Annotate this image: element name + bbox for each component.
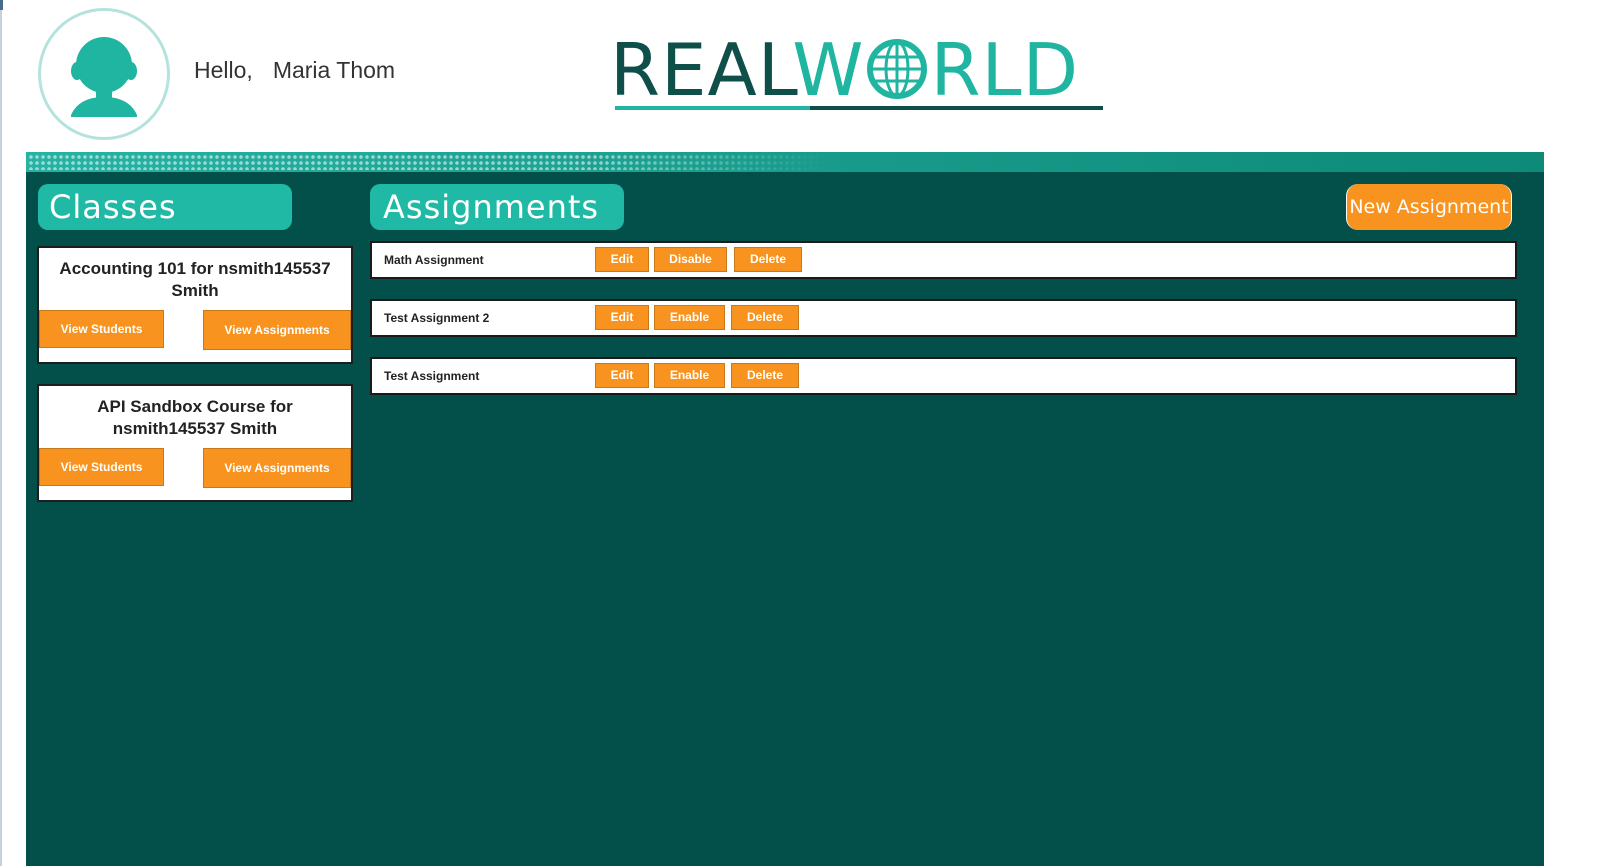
class-title: Accounting 101 for nsmith145537 Smith	[59, 259, 331, 300]
enable-button[interactable]: Enable	[654, 363, 725, 388]
window-edge-marker	[0, 0, 3, 10]
delete-button[interactable]: Delete	[731, 363, 799, 388]
view-students-button[interactable]: View Students	[39, 310, 164, 348]
greeting-text: Hello,	[194, 57, 253, 83]
view-assignments-button[interactable]: View Assignments	[203, 448, 351, 488]
globe-icon	[867, 39, 928, 99]
assignment-row: Test Assignment Edit Enable Delete	[370, 357, 1517, 395]
new-assignment-button[interactable]: New Assignment	[1346, 184, 1512, 230]
edit-button[interactable]: Edit	[595, 247, 649, 272]
disable-button[interactable]: Disable	[654, 247, 727, 272]
decorative-dot-strip	[26, 152, 1544, 172]
user-silhouette-icon	[71, 37, 137, 117]
view-assignments-button[interactable]: View Assignments	[203, 310, 351, 350]
avatar[interactable]	[38, 8, 170, 140]
assignment-row: Math Assignment Edit Disable Delete	[370, 241, 1517, 279]
user-name: Maria Thom	[272, 57, 396, 83]
edit-button[interactable]: Edit	[595, 363, 649, 388]
logo-text-real: REAL	[610, 28, 793, 112]
logo-text-w: W	[792, 28, 865, 112]
classes-heading: Classes	[38, 184, 292, 230]
delete-button[interactable]: Delete	[734, 247, 802, 272]
assignment-name: Test Assignment 2	[384, 311, 490, 325]
realworld-logo: REALW RLD	[610, 28, 1110, 118]
class-card: Accounting 101 for nsmith145537 Smith Vi…	[37, 246, 353, 364]
assignment-name: Math Assignment	[384, 253, 484, 267]
greeting: Hello, Maria Thom	[194, 57, 395, 84]
main-panel: Classes Assignments New Assignment Accou…	[26, 152, 1544, 866]
window-left-edge	[0, 0, 2, 866]
enable-button[interactable]: Enable	[654, 305, 725, 330]
page: Hello, Maria Thom REALW RLD Classes Assig…	[0, 0, 1601, 866]
logo-underline	[615, 106, 1103, 110]
class-card: API Sandbox Course for nsmith145537 Smit…	[37, 384, 353, 502]
view-students-button[interactable]: View Students	[39, 448, 164, 486]
class-title: API Sandbox Course for nsmith145537 Smit…	[97, 397, 293, 438]
delete-button[interactable]: Delete	[731, 305, 799, 330]
assignment-name: Test Assignment	[384, 369, 480, 383]
assignments-heading: Assignments	[370, 184, 624, 230]
edit-button[interactable]: Edit	[595, 305, 649, 330]
assignment-row: Test Assignment 2 Edit Enable Delete	[370, 299, 1517, 337]
logo-text-rld: RLD	[930, 28, 1080, 112]
